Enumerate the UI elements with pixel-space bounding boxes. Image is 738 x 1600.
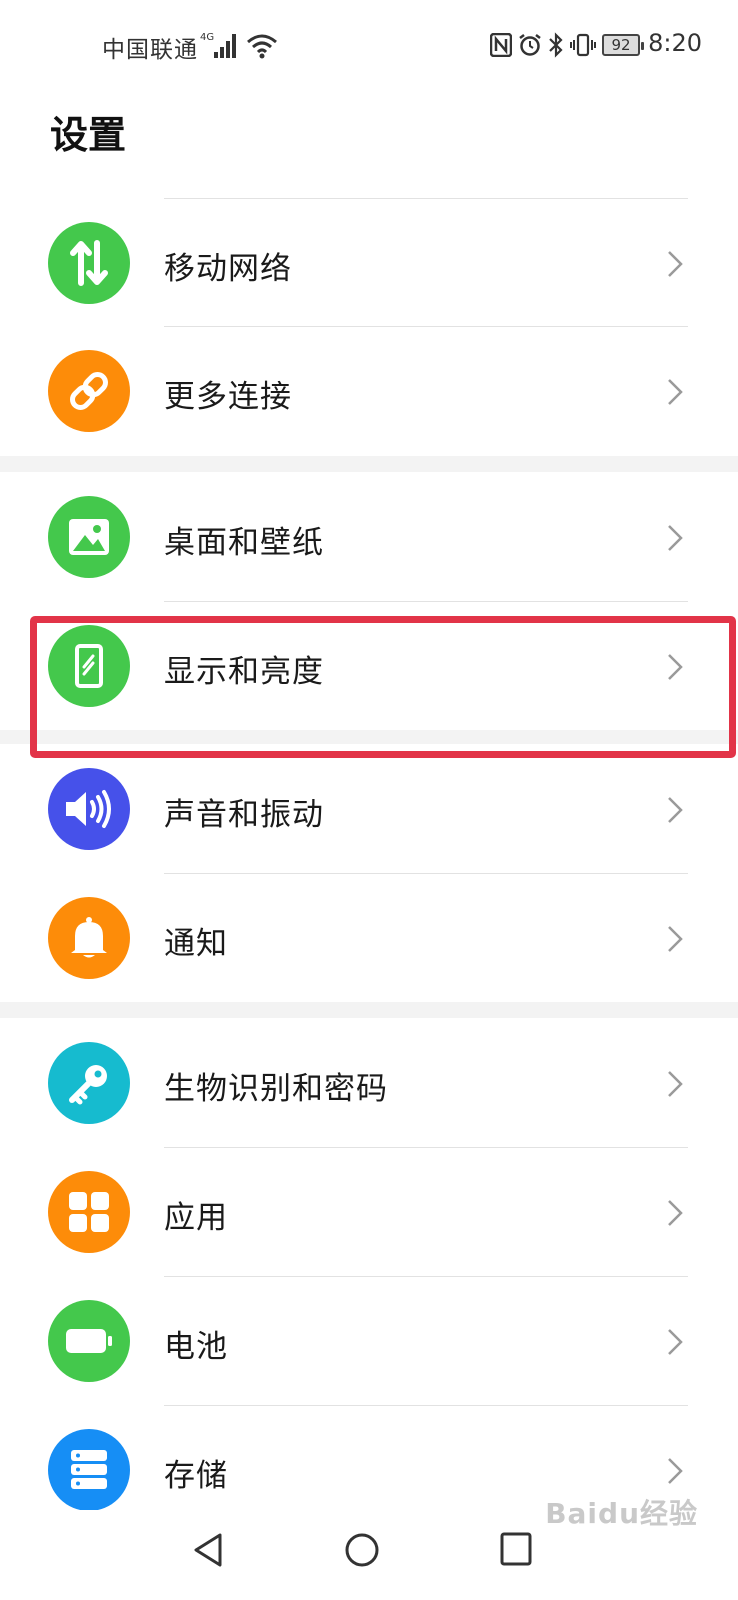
bell-icon (48, 897, 130, 979)
battery-icon (48, 1300, 130, 1382)
status-bar: 中国联通 4G 92 8:20 (0, 0, 738, 92)
settings-item-mobile-network[interactable]: 移动网络 (0, 199, 738, 327)
back-button[interactable] (192, 1532, 224, 1568)
item-label: 声音和振动 (164, 797, 324, 833)
link-icon (48, 350, 130, 432)
storage-icon (48, 1429, 130, 1511)
item-label: 存储 (164, 1458, 228, 1494)
item-label: 通知 (164, 926, 228, 962)
settings-item-sound-vibration[interactable]: 声音和振动 (0, 745, 738, 873)
settings-item-battery[interactable]: 电池 (0, 1277, 738, 1405)
chevron-right-icon (668, 525, 683, 551)
item-label: 应用 (164, 1200, 228, 1236)
section-gap (0, 1002, 738, 1018)
bluetooth-icon (549, 32, 563, 58)
chevron-right-icon (668, 1200, 683, 1226)
apps-icon (48, 1171, 130, 1253)
mobile-data-icon (48, 222, 130, 304)
item-label: 更多连接 (164, 379, 292, 415)
item-label: 桌面和壁纸 (164, 525, 324, 561)
home-button[interactable] (344, 1532, 380, 1568)
signal-icon: 4G (200, 32, 236, 58)
chevron-right-icon (668, 797, 683, 823)
wifi-icon (247, 34, 277, 59)
item-label: 生物识别和密码 (164, 1071, 388, 1107)
chevron-right-icon (668, 1071, 683, 1097)
alarm-icon (519, 34, 541, 56)
nfc-icon (490, 33, 512, 57)
key-icon (48, 1042, 130, 1124)
recents-button[interactable] (500, 1532, 532, 1566)
sound-icon (48, 768, 130, 850)
carrier-name: 中国联通 (102, 37, 198, 63)
item-label: 电池 (164, 1329, 228, 1365)
item-label: 移动网络 (164, 251, 292, 287)
chevron-right-icon (668, 379, 683, 405)
settings-item-more-connections[interactable]: 更多连接 (0, 327, 738, 455)
chevron-right-icon (668, 1329, 683, 1355)
chevron-right-icon (668, 1458, 683, 1484)
chevron-right-icon (668, 926, 683, 952)
page-title: 设置 (50, 113, 127, 157)
status-icons: 92 (490, 30, 644, 60)
settings-item-apps[interactable]: 应用 (0, 1148, 738, 1276)
vibrate-icon (570, 33, 596, 57)
battery-indicator: 92 (602, 34, 644, 56)
settings-item-biometrics-password[interactable]: 生物识别和密码 (0, 1019, 738, 1147)
network-type: 4G (200, 32, 214, 43)
chevron-right-icon (668, 251, 683, 277)
settings-item-notifications[interactable]: 通知 (0, 874, 738, 1002)
watermark: Baidu经验 (545, 1497, 698, 1530)
settings-item-wallpaper[interactable]: 桌面和壁纸 (0, 473, 738, 601)
wallpaper-icon (48, 496, 130, 578)
highlight-box (30, 616, 736, 758)
section-gap (0, 456, 738, 472)
clock: 8:20 (648, 29, 702, 57)
